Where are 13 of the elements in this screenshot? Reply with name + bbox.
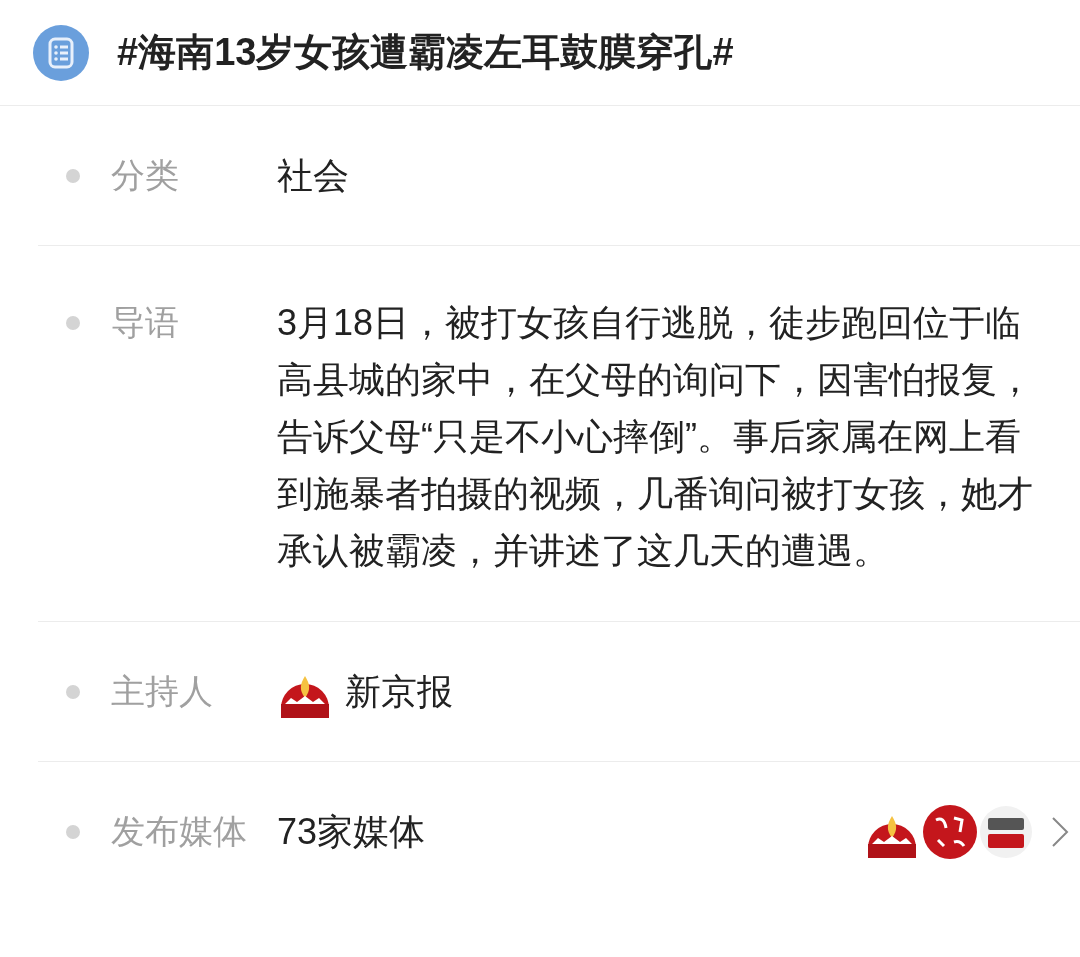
- field-label: 主持人: [111, 671, 213, 712]
- chevron-right-icon[interactable]: [1050, 814, 1070, 849]
- video-avatar-icon: [980, 805, 1032, 858]
- media-count: 73家媒体: [277, 809, 426, 854]
- host-name[interactable]: 新京报: [345, 664, 453, 719]
- field-label: 发布媒体: [111, 811, 247, 852]
- newspaper-avatar-icon: [922, 803, 978, 860]
- field-value: 社会: [277, 154, 350, 198]
- field-value: 3月18日，被打女孩自行逃脱，徒步跑回位于临高县城的家中，在父母的询问下，因害怕报复，告诉父母“只是不小心摔倒”。事后家属在网上看到施暴者拍摄的视频，几番询问被打女孩，她才承认被霸凌，并讲述了这几天的遭遇。: [277, 301, 1034, 573]
- list-icon: [33, 24, 89, 81]
- topic-title: #海南13岁女孩遭霸凌左耳鼓膜穿孔#: [117, 30, 734, 75]
- field-label: 导语: [111, 302, 179, 343]
- field-label: 分类: [111, 155, 179, 196]
